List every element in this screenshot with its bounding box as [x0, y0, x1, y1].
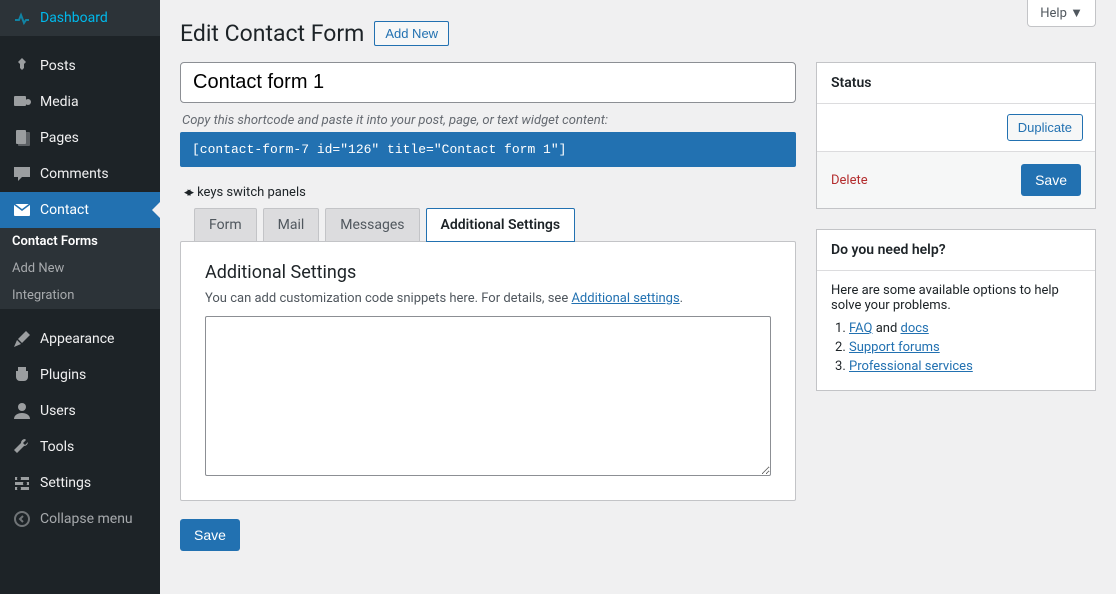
- panel-desc-suffix: .: [680, 291, 683, 306]
- sidebar-item-users[interactable]: Users: [0, 393, 160, 429]
- main-content: Help ▼ Edit Contact Form Add New Copy th…: [160, 0, 1116, 571]
- settings-icon: [12, 473, 32, 493]
- wrench-icon: [12, 437, 32, 457]
- brush-icon: [12, 329, 32, 349]
- sidebar-item-settings[interactable]: Settings: [0, 465, 160, 501]
- form-title-input[interactable]: [180, 62, 796, 103]
- sidebar-submenu: Contact Forms Add New Integration: [0, 228, 160, 309]
- dashboard-icon: [12, 8, 32, 28]
- media-icon: [12, 92, 32, 112]
- status-postbox: Status Duplicate Delete Save: [816, 62, 1096, 209]
- sidebar-item-posts[interactable]: Posts: [0, 48, 160, 84]
- panel-desc-text: You can add customization code snippets …: [205, 291, 571, 306]
- help-item-faq: FAQ and docs: [849, 321, 1081, 336]
- help-tab[interactable]: Help ▼: [1027, 0, 1096, 27]
- page-icon: [12, 128, 32, 148]
- sidebar-item-label: Collapse menu: [40, 511, 133, 527]
- sidebar-item-pages[interactable]: Pages: [0, 120, 160, 156]
- sidebar-item-label: Appearance: [40, 331, 114, 347]
- additional-settings-textarea[interactable]: [205, 316, 771, 476]
- tab-messages[interactable]: Messages: [325, 208, 419, 242]
- pin-icon: [12, 56, 32, 76]
- faq-link[interactable]: FAQ: [849, 321, 872, 336]
- submenu-add-new[interactable]: Add New: [0, 255, 160, 282]
- tab-mail[interactable]: Mail: [263, 208, 320, 242]
- help-title: Do you need help?: [817, 230, 1095, 271]
- sidebar-item-plugins[interactable]: Plugins: [0, 357, 160, 393]
- sidebar-item-comments[interactable]: Comments: [0, 156, 160, 192]
- sidebar-item-tools[interactable]: Tools: [0, 429, 160, 465]
- sidebar-item-label: Plugins: [40, 367, 86, 383]
- sidebar-item-label: Contact: [40, 202, 89, 218]
- sidebar-item-appearance[interactable]: Appearance: [0, 321, 160, 357]
- user-icon: [12, 401, 32, 421]
- status-save-button[interactable]: Save: [1021, 164, 1081, 196]
- shortcode-description: Copy this shortcode and paste it into yo…: [182, 113, 796, 128]
- submenu-contact-forms[interactable]: Contact Forms: [0, 228, 160, 255]
- sidebar-item-label: Tools: [40, 439, 74, 455]
- sidebar-item-contact[interactable]: Contact: [0, 192, 160, 228]
- admin-sidebar: Dashboard Posts Media Pages Comments Con…: [0, 0, 160, 594]
- collapse-icon: [12, 509, 32, 529]
- help-postbox: Do you need help? Here are some availabl…: [816, 229, 1096, 391]
- sidebar-item-media[interactable]: Media: [0, 84, 160, 120]
- keys-hint: ◂▸ keys switch panels: [184, 185, 796, 200]
- sidebar-collapse[interactable]: Collapse menu: [0, 501, 160, 537]
- shortcode-box[interactable]: [contact-form-7 id="126" title="Contact …: [180, 132, 796, 167]
- sidebar-item-label: Media: [40, 94, 79, 110]
- docs-link[interactable]: docs: [901, 321, 929, 336]
- sidebar-item-label: Dashboard: [40, 10, 108, 26]
- panel-description: You can add customization code snippets …: [205, 291, 771, 306]
- sidebar-item-label: Users: [40, 403, 76, 419]
- save-button[interactable]: Save: [180, 519, 240, 551]
- sidebar-item-label: Settings: [40, 475, 91, 491]
- help-item-pro: Professional services: [849, 359, 1081, 374]
- page-title: Edit Contact Form: [180, 20, 364, 47]
- tab-additional-settings[interactable]: Additional Settings: [426, 208, 576, 242]
- add-new-button[interactable]: Add New: [374, 21, 449, 46]
- submenu-integration[interactable]: Integration: [0, 282, 160, 309]
- mail-icon: [12, 200, 32, 220]
- help-item-support: Support forums: [849, 340, 1081, 355]
- panel-heading: Additional Settings: [205, 262, 771, 283]
- sidebar-item-label: Comments: [40, 166, 109, 182]
- support-forums-link[interactable]: Support forums: [849, 340, 940, 355]
- tab-form[interactable]: Form: [194, 208, 257, 242]
- tab-panel: Additional Settings You can add customiz…: [180, 241, 796, 501]
- help-list: FAQ and docs Support forums Professional…: [849, 321, 1081, 374]
- help-text: Here are some available options to help …: [831, 283, 1081, 313]
- keys-hint-label: keys switch panels: [197, 185, 306, 200]
- plug-icon: [12, 365, 32, 385]
- professional-services-link[interactable]: Professional services: [849, 359, 973, 374]
- comment-icon: [12, 164, 32, 184]
- tabs-nav: Form Mail Messages Additional Settings: [194, 208, 796, 242]
- delete-link[interactable]: Delete: [831, 173, 868, 188]
- additional-settings-link[interactable]: Additional settings: [571, 291, 679, 306]
- sidebar-item-label: Pages: [40, 130, 79, 146]
- arrows-icon: ◂▸: [184, 185, 191, 200]
- duplicate-button[interactable]: Duplicate: [1007, 114, 1083, 141]
- sidebar-item-dashboard[interactable]: Dashboard: [0, 0, 160, 36]
- status-title: Status: [817, 63, 1095, 104]
- sidebar-item-label: Posts: [40, 58, 76, 74]
